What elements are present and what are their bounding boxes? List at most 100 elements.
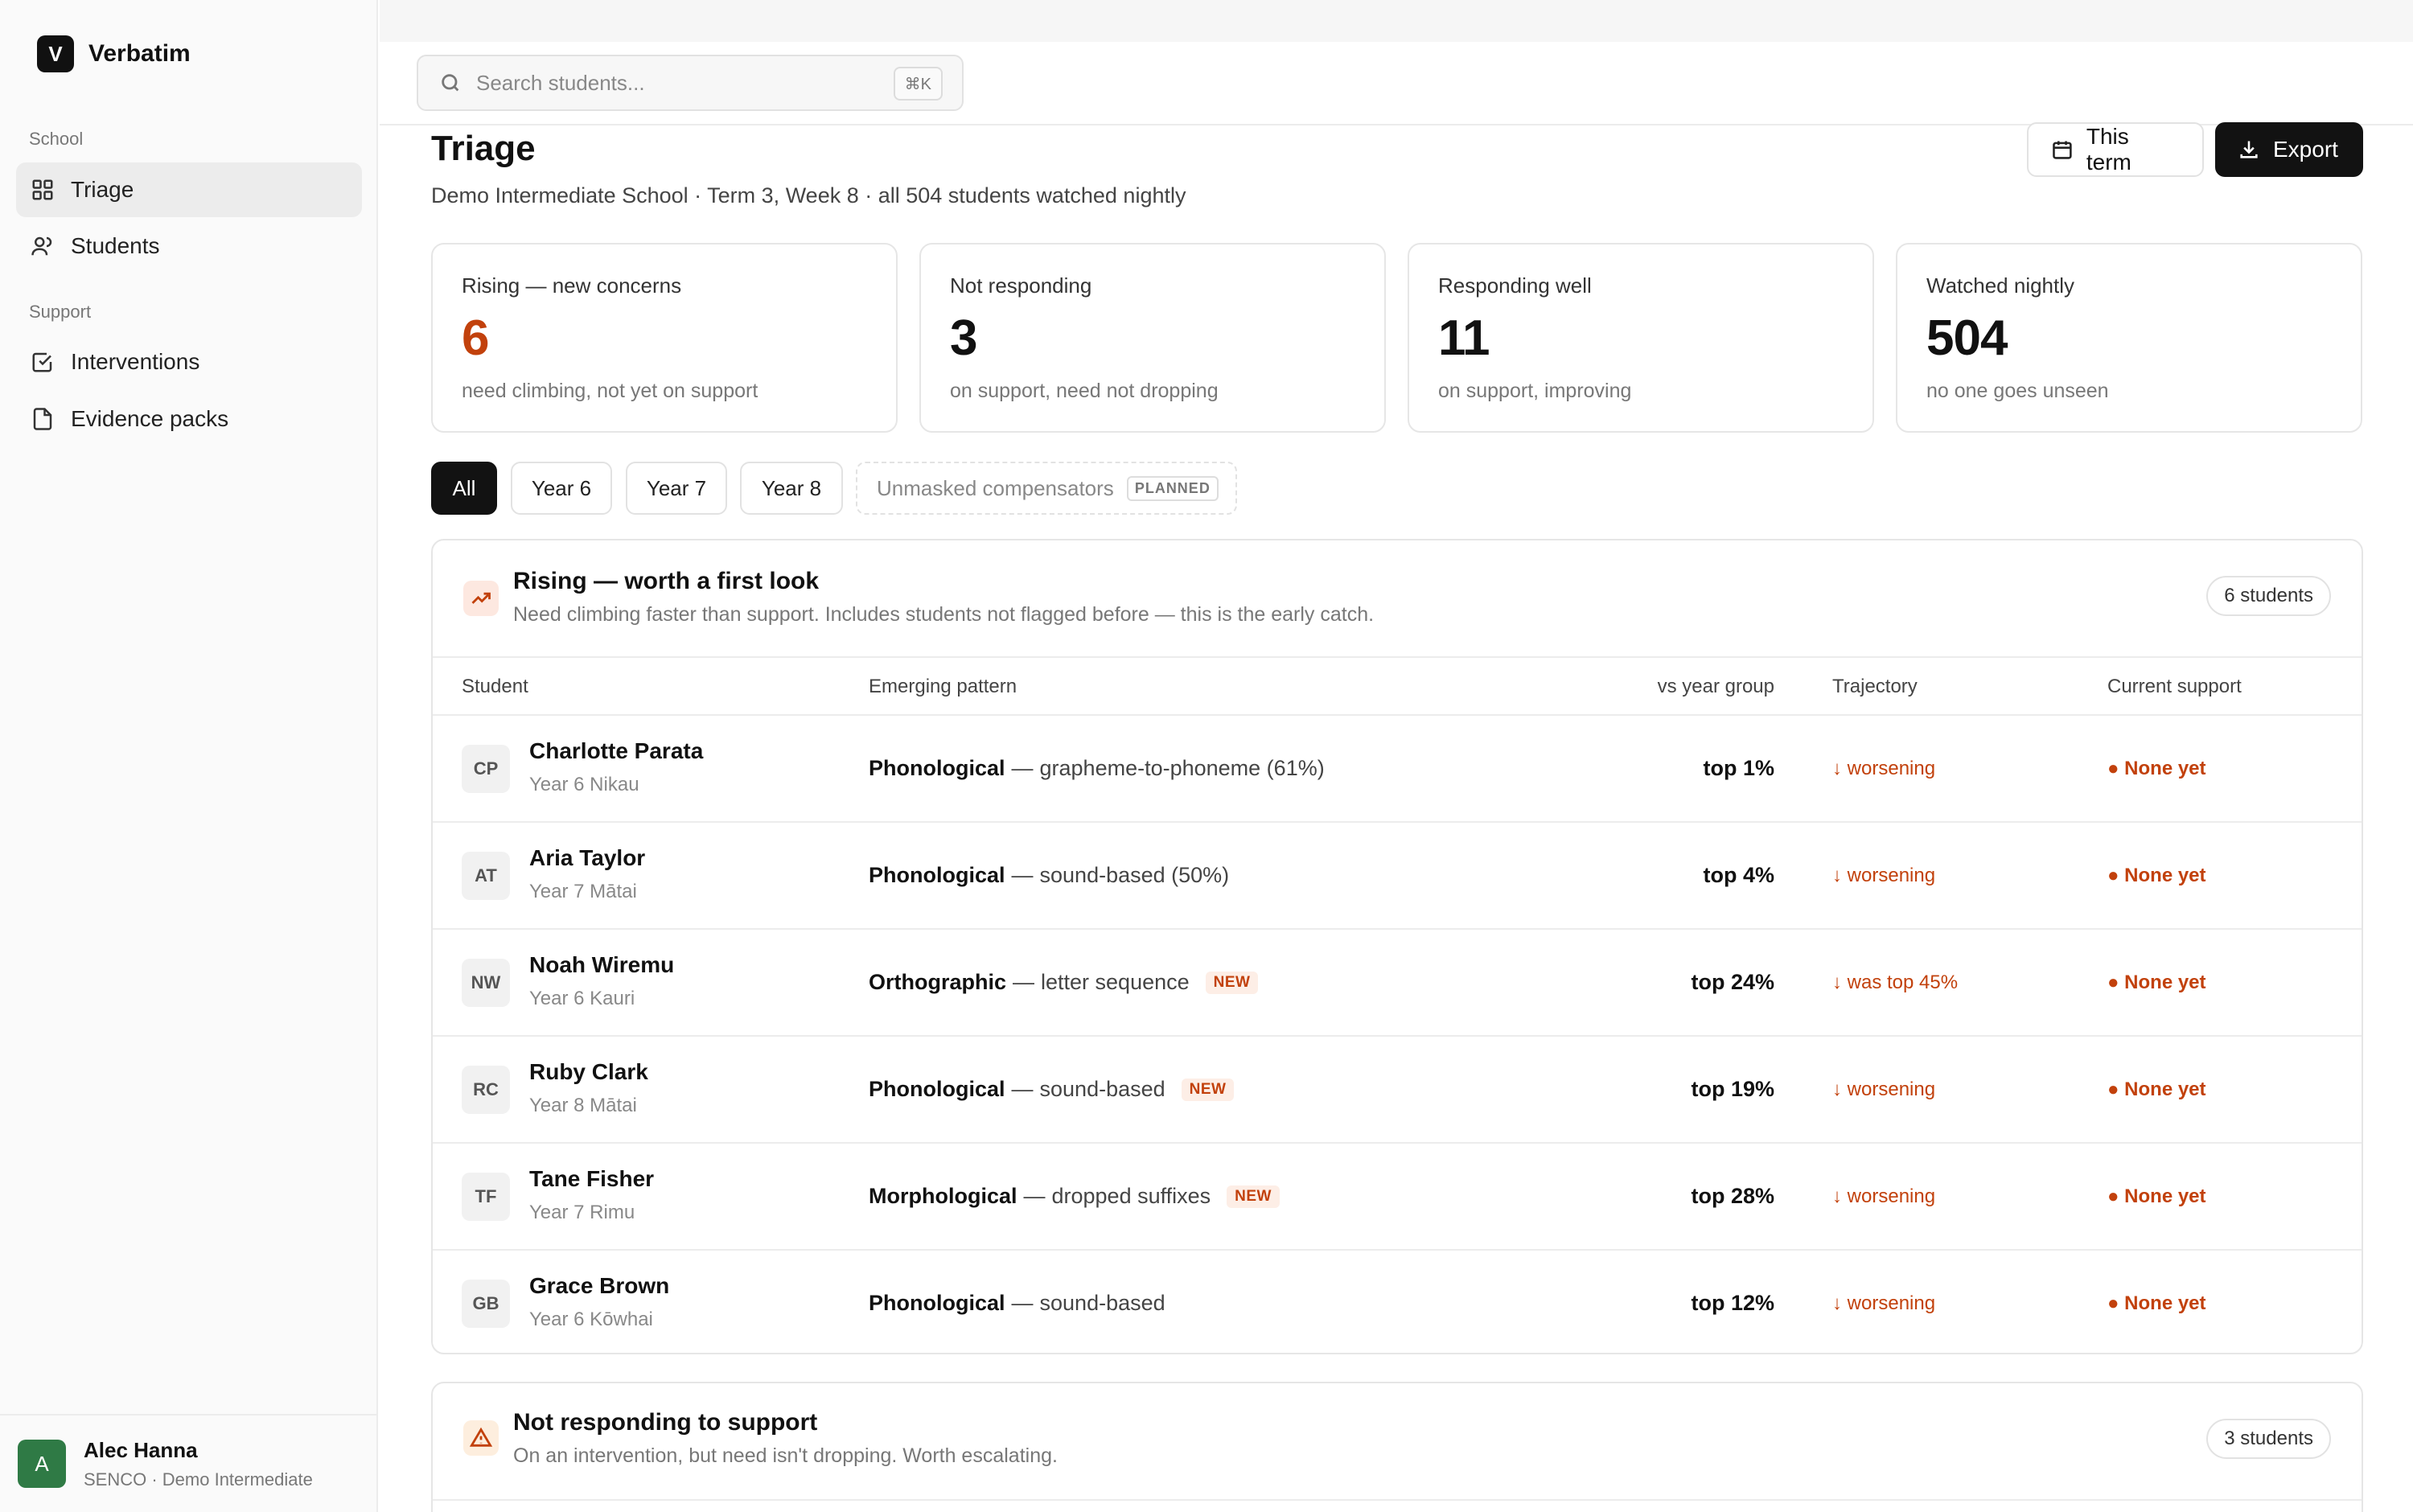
student-name[interactable]: Tane Fisher [529, 1166, 654, 1192]
pattern-type: Morphological [869, 1184, 1017, 1208]
sidebar-item-label: Interventions [71, 349, 200, 374]
student-name[interactable]: Noah Wiremu [529, 952, 674, 978]
avatar: AT [462, 852, 510, 900]
stat-label: Watched nightly [1926, 273, 2075, 298]
sidebar-item-triage[interactable]: Triage [16, 162, 362, 217]
brand-logo: V [37, 35, 74, 72]
student-year: Year 7 Rimu [529, 1202, 635, 1223]
export-label: Export [2273, 137, 2338, 162]
trajectory: ↓ worsening [1832, 1079, 1936, 1100]
filter-chip-unmasked-compensators: Unmasked compensators PLANNED [856, 462, 1237, 515]
current-support: ● None yet [2107, 972, 2206, 993]
sidebar-item-label: Students [71, 233, 160, 258]
stat-desc: on support, need not dropping [950, 380, 1219, 402]
sidebar-item-interventions[interactable]: Interventions [16, 335, 362, 389]
brand-name: Verbatim [88, 40, 191, 67]
download-icon [2240, 141, 2258, 158]
users-icon [31, 236, 52, 256]
student-year: Year 7 Mātai [529, 881, 637, 902]
student-name[interactable]: Grace Brown [529, 1273, 669, 1299]
column-header-vs-year-group[interactable]: vs year group [1658, 676, 1774, 698]
page-title: Triage [431, 129, 536, 168]
calendar-icon [2053, 141, 2072, 159]
filter-chip-all[interactable]: All [431, 462, 497, 515]
trajectory: ↓ worsening [1832, 758, 1936, 779]
current-support: ● None yet [2107, 1292, 2206, 1314]
student-name[interactable]: Ruby Clark [529, 1059, 648, 1085]
topbar-strip [380, 0, 2413, 42]
panel-title: Not responding to support [513, 1409, 818, 1436]
stat-card-not-responding[interactable]: Not responding 3 on support, need not dr… [919, 243, 1386, 433]
stat-value: 11 [1438, 310, 1490, 366]
current-support: ● None yet [2107, 1185, 2206, 1207]
trajectory: ↓ was top 45% [1832, 972, 1959, 993]
brand[interactable]: V Verbatim [37, 35, 191, 72]
sidebar-item-label: Evidence packs [71, 406, 229, 431]
sidebar-item-evidence-packs[interactable]: Evidence packs [16, 392, 362, 446]
table-header-divider [433, 1499, 2362, 1501]
pattern-type: Orthographic [869, 970, 1007, 994]
trajectory: ↓ worsening [1832, 1292, 1936, 1314]
column-header-trajectory[interactable]: Trajectory [1832, 676, 1918, 698]
new-badge: NEW [1181, 1078, 1235, 1101]
student-name[interactable]: Charlotte Parata [529, 738, 703, 764]
trajectory: ↓ worsening [1832, 1185, 1936, 1207]
student-year: Year 6 Kauri [529, 988, 635, 1009]
filter-chip-year-7[interactable]: Year 7 [626, 462, 727, 515]
pattern-type: Phonological [869, 1077, 1005, 1101]
user-role: SENCO · Demo Intermediate [84, 1469, 313, 1489]
rising-panel: Rising — worth a first look Need climbin… [431, 539, 2363, 1354]
column-header-support[interactable]: Current support [2107, 676, 2242, 698]
stat-value: 6 [462, 310, 489, 366]
vs-year-group: top 1% [1703, 756, 1774, 780]
stat-label: Not responding [950, 273, 1092, 298]
pattern-detail: letter sequence [1041, 970, 1190, 994]
emerging-pattern: Orthographic — letter sequence NEW [869, 970, 1259, 995]
stat-desc: need climbing, not yet on support [462, 380, 758, 402]
new-badge: NEW [1227, 1185, 1280, 1208]
column-header-pattern[interactable]: Emerging pattern [869, 676, 1017, 698]
current-support: ● None yet [2107, 865, 2206, 886]
sidebar-item-label: Triage [71, 177, 134, 202]
table-row[interactable]: NW Noah Wiremu Year 6 Kauri Orthographic… [433, 930, 2362, 1037]
checkbox-icon [32, 352, 52, 372]
table-row[interactable]: RC Ruby Clark Year 8 Mātai Phonological —… [433, 1037, 2362, 1144]
filter-chip-year-6[interactable]: Year 6 [511, 462, 612, 515]
search-bar[interactable]: ⌘K [417, 55, 964, 111]
trajectory: ↓ worsening [1832, 865, 1936, 886]
filter-chip-year-8[interactable]: Year 8 [740, 462, 843, 515]
stat-label: Responding well [1438, 273, 1592, 298]
avatar: CP [462, 745, 510, 793]
pattern-detail: grapheme-to-phoneme (61%) [1039, 756, 1325, 780]
file-icon [33, 408, 52, 430]
this-term-button[interactable]: This term [2027, 122, 2204, 177]
sidebar-item-students[interactable]: Students [16, 219, 362, 273]
stat-value: 504 [1926, 310, 2008, 366]
pattern-type: Phonological [869, 863, 1005, 887]
pattern-detail: dropped suffixes [1051, 1184, 1211, 1208]
table-row[interactable]: CP Charlotte Parata Year 6 Nikau Phonolo… [433, 716, 2362, 823]
search-input[interactable] [476, 70, 878, 96]
stat-card-responding-well[interactable]: Responding well 11 on support, improving [1408, 243, 1874, 433]
sidebar: V Verbatim School Triage Students Suppor… [0, 0, 378, 1512]
export-button[interactable]: Export [2215, 122, 2363, 177]
stat-card-rising[interactable]: Rising — new concerns 6 need climbing, n… [431, 243, 898, 433]
student-count-badge: 3 students [2206, 1419, 2331, 1459]
new-badge: NEW [1205, 971, 1259, 994]
student-name[interactable]: Aria Taylor [529, 845, 645, 871]
table-row[interactable]: GB Grace Brown Year 6 Kōwhai Phonologica… [433, 1251, 2362, 1353]
pattern-detail: sound-based [1039, 1291, 1165, 1315]
table-row[interactable]: AT Aria Taylor Year 7 Mātai Phonological… [433, 823, 2362, 930]
nav-section-school: School [29, 129, 84, 149]
column-header-student[interactable]: Student [462, 676, 528, 698]
vs-year-group: top 28% [1691, 1184, 1774, 1208]
not-responding-panel: Not responding to support On an interven… [431, 1382, 2363, 1512]
avatar: RC [462, 1066, 510, 1114]
vs-year-group: top 24% [1691, 970, 1774, 994]
emerging-pattern: Phonological — sound-based (50%) [869, 863, 1230, 887]
avatar: TF [462, 1173, 510, 1221]
user-profile[interactable]: A Alec Hanna SENCO · Demo Intermediate [0, 1414, 376, 1512]
stat-card-watched-nightly[interactable]: Watched nightly 504 no one goes unseen [1896, 243, 2362, 433]
table-row[interactable]: TF Tane Fisher Year 7 Rimu Morphological… [433, 1144, 2362, 1251]
search-icon [442, 74, 459, 92]
